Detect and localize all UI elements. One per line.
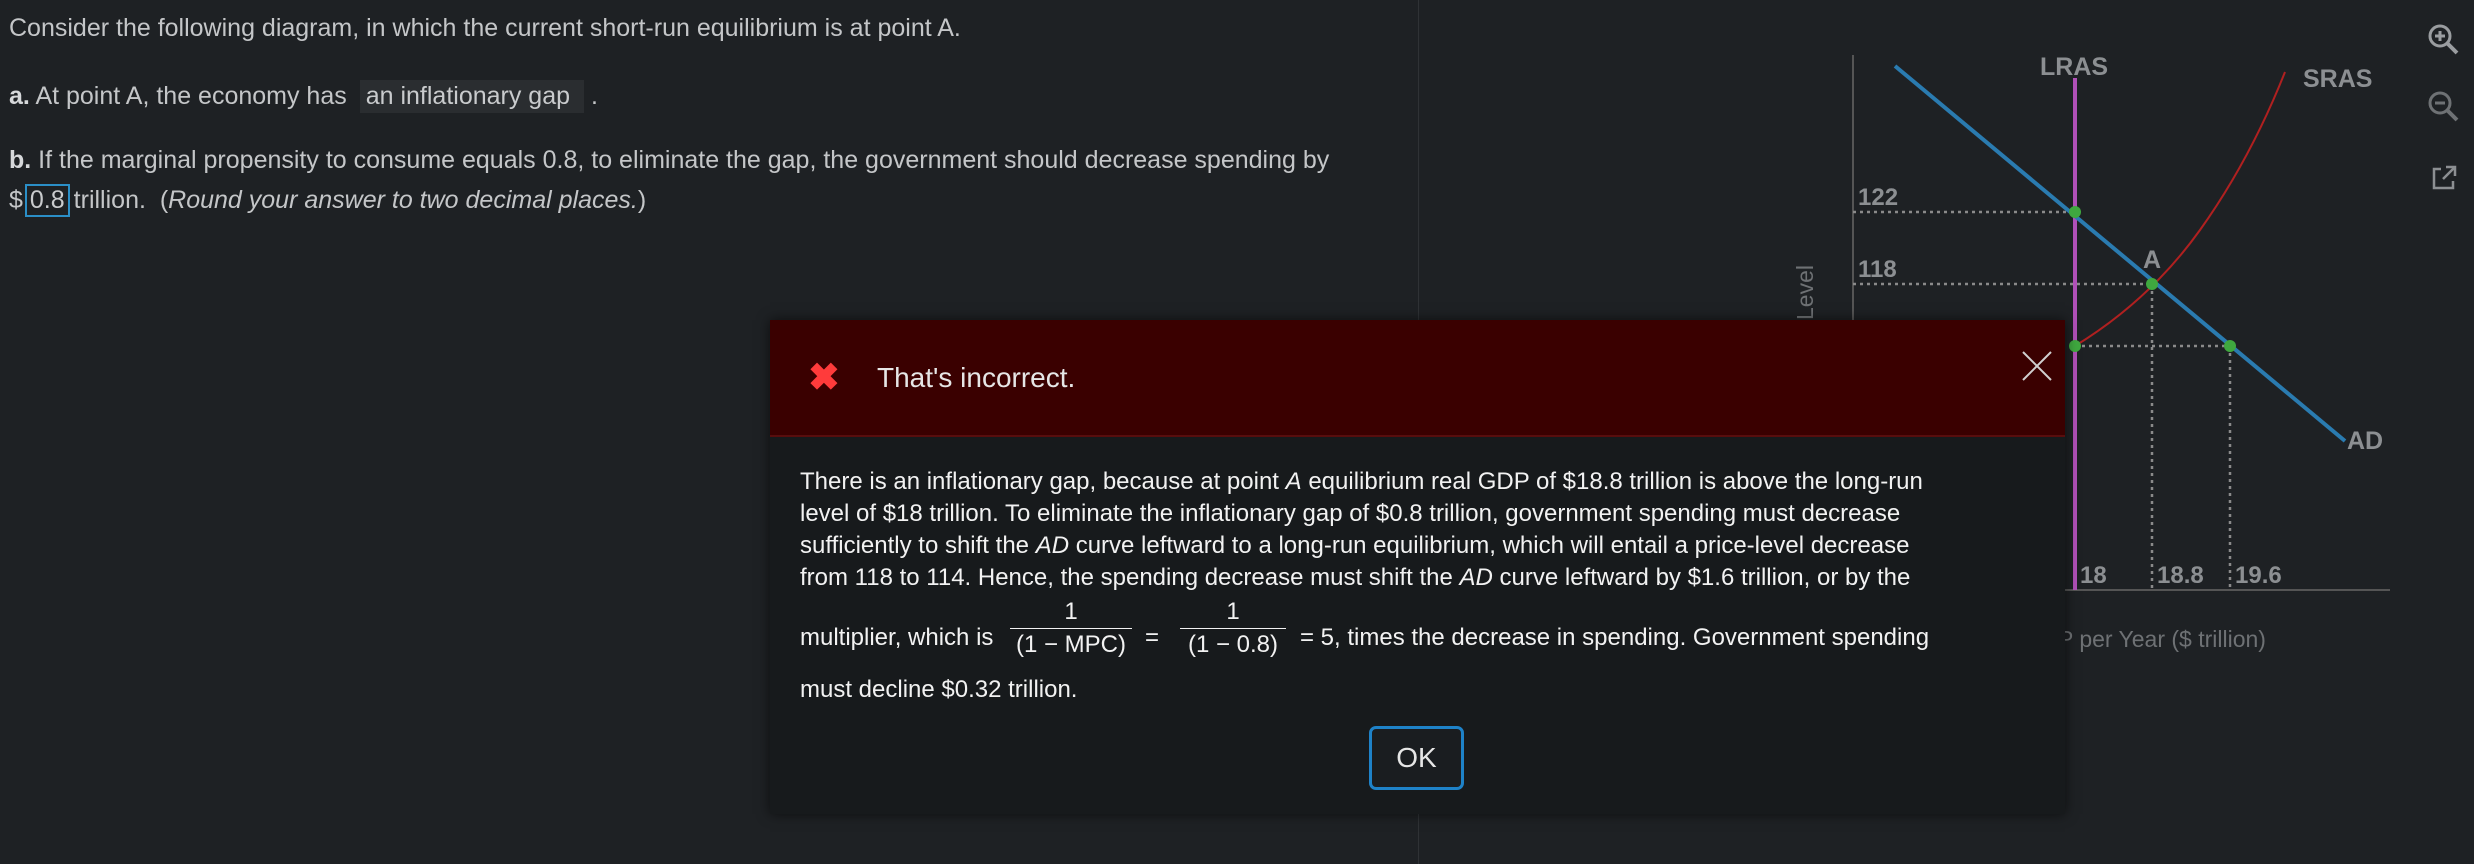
zoom-in-button[interactable] (2424, 20, 2464, 60)
ad-label: AD (2347, 427, 2383, 455)
sras-label: SRAS (2303, 65, 2372, 93)
fraction-denominator: (1 − MPC) (1015, 631, 1126, 658)
close-icon (2022, 351, 2052, 381)
point-a (2146, 278, 2158, 290)
zoom-in-icon (2428, 24, 2459, 55)
close-button[interactable] (2017, 346, 2057, 386)
zoom-out-button[interactable] (2424, 87, 2464, 127)
external-link-icon (2432, 165, 2457, 190)
dialog-header: ✖ That's incorrect. (770, 320, 2065, 437)
ok-button[interactable]: OK (1369, 726, 1464, 790)
explanation-line-4: from 118 to 114. Hence, the spending dec… (800, 564, 1911, 591)
x-tick-18-8: 18.8 (2157, 562, 2204, 589)
point-a-label: A (2143, 246, 2161, 274)
fraction-numerator: 1 (1010, 598, 1132, 629)
explanation-line-1: There is an inflationary gap, because at… (800, 468, 1923, 495)
explanation-line-3: sufficiently to shift the AD curve leftw… (800, 532, 1910, 559)
multiplier-formula: 1 (1 − MPC) (1010, 598, 1132, 659)
y-tick-118: 118 (1858, 256, 1897, 283)
y-tick-122: 122 (1858, 184, 1898, 211)
point-lras-ad (2069, 206, 2081, 218)
dialog-title: That's incorrect. (877, 362, 1076, 393)
popout-button[interactable] (2424, 158, 2464, 198)
zoom-out-icon (2428, 91, 2459, 122)
lras-label: LRAS (2040, 53, 2108, 81)
explanation-line-2: level of $18 trillion. To eliminate the … (800, 500, 1901, 527)
x-axis-label: P per Year ($ trillion) (2058, 626, 2266, 652)
fraction-numerator: 1 (1180, 598, 1286, 629)
explanation-line-5-end: = 5, times the decrease in spending. Gov… (1300, 624, 1930, 651)
point-lras-sras (2069, 340, 2081, 352)
explanation-line-6: must decline $0.32 trillion. (800, 676, 1078, 703)
feedback-dialog: ✖ That's incorrect. There is an inflatio… (770, 320, 2065, 814)
point-sras-ad (2224, 340, 2236, 352)
x-tick-18: 18 (2080, 562, 2107, 589)
multiplier-value-fraction: 1 (1 − 0.8) (1180, 598, 1286, 659)
fraction-denominator: (1 − 0.8) (1187, 631, 1279, 658)
equals-sign: = (1145, 624, 1160, 651)
incorrect-icon: ✖ (808, 357, 840, 399)
explanation-line-5-start: multiplier, which is (800, 624, 994, 651)
y-axis-label: Level (1792, 265, 1818, 320)
x-tick-19-6: 19.6 (2235, 562, 2282, 589)
